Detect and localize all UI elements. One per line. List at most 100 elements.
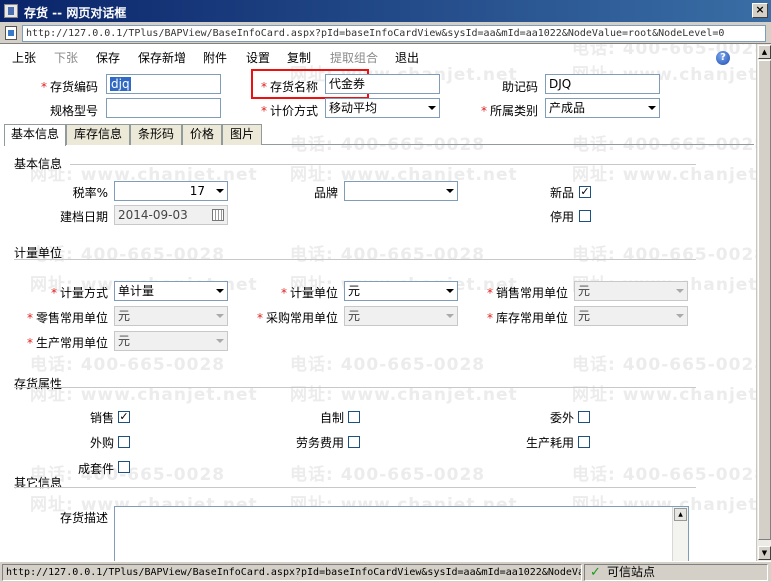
other-section-line <box>14 487 696 488</box>
category-select[interactable]: 产成品 <box>545 98 660 118</box>
code-input[interactable]: djq <box>106 74 221 94</box>
next-button[interactable]: 下张 <box>54 49 78 66</box>
chevron-down-icon <box>446 289 454 293</box>
required-star-icon: * <box>280 286 287 300</box>
pricing-label: * 计价方式 <box>260 104 318 118</box>
chevron-down-icon <box>676 289 684 293</box>
sales-attr-label: 销售 <box>89 411 114 425</box>
save-button[interactable]: 保存 <box>96 49 120 66</box>
sales-attr-checkbox[interactable]: ✓ <box>118 411 130 423</box>
checkmark-icon: ✓ <box>590 565 601 580</box>
tab-image[interactable]: 图片 <box>222 124 262 145</box>
mnemonic-input[interactable]: DJQ <box>545 74 660 94</box>
required-star-icon: * <box>50 286 57 300</box>
basic-section-line <box>70 164 696 165</box>
status-bar: http://127.0.0.1/TPlus/BAPView/BaseInfoC… <box>0 561 771 582</box>
required-star-icon: * <box>26 311 33 325</box>
watermark-phone: 电话: 400-665-0028 <box>572 465 756 485</box>
form-content: 电话: 400-665-0028 电话: 400-665-0028 网址: ww… <box>0 44 756 561</box>
watermark-site: 网址: www.chanjet.net <box>290 385 518 405</box>
name-label: * 存货名称 <box>260 80 318 94</box>
save-new-button[interactable]: 保存新增 <box>138 49 186 66</box>
scroll-up-icon[interactable]: ▲ <box>674 508 687 521</box>
disabled-checkbox[interactable] <box>579 210 591 222</box>
brand-label: 品牌 <box>313 186 338 200</box>
attrs-section-line <box>14 387 696 388</box>
sales-unit-select[interactable]: 元 <box>574 281 688 301</box>
scroll-down-icon[interactable]: ▼ <box>758 546 771 560</box>
help-icon[interactable]: ? <box>716 51 730 65</box>
required-star-icon: * <box>486 286 493 300</box>
watermark-phone: 电话: 400-665-0028 <box>290 355 486 375</box>
required-star-icon: * <box>480 104 487 118</box>
create-date-field[interactable]: 2014-09-03 <box>114 205 228 225</box>
chevron-down-icon <box>216 289 224 293</box>
spec-label: 规格型号 <box>49 104 98 118</box>
outsource-checkbox[interactable] <box>578 411 590 423</box>
chevron-down-icon <box>216 339 224 343</box>
production-consume-label: 生产耗用 <box>525 436 574 450</box>
watermark-phone: 电话: 400-665-0028 <box>572 245 756 265</box>
stock-unit-select[interactable]: 元 <box>574 306 688 326</box>
watermark-phone: 电话: 400-665-0028 <box>572 355 756 375</box>
chevron-down-icon <box>216 189 224 193</box>
measure-method-select[interactable]: 单计量 <box>114 281 228 301</box>
tab-basic-info[interactable]: 基本信息 <box>4 124 66 146</box>
tab-stock-info[interactable]: 库存信息 <box>66 124 130 145</box>
watermark-phone: 电话: 400-665-0028 <box>290 465 486 485</box>
app-icon <box>4 4 18 18</box>
toolbar: 上张 下张 保存 保存新增 附件 设置 复制 提取组合 退出 ? <box>0 44 756 68</box>
copy-button[interactable]: 复制 <box>287 49 311 66</box>
dialog-title-bar[interactable]: 存货 -- 网页对话框 × <box>0 0 771 22</box>
required-star-icon: * <box>486 311 493 325</box>
vertical-scrollbar[interactable]: ▲ ▼ <box>756 44 771 561</box>
category-label: * 所属类别 <box>480 104 538 118</box>
purchased-label: 外购 <box>89 436 114 450</box>
calendar-icon[interactable] <box>212 209 224 221</box>
mnemonic-label: 助记码 <box>501 80 538 94</box>
watermark-site: 网址: www.chanjet.net <box>30 385 258 405</box>
purchase-unit-select[interactable]: 元 <box>344 306 458 326</box>
attach-button[interactable]: 附件 <box>203 49 227 66</box>
measure-method-label: * 计量方式 <box>50 286 108 300</box>
selfmade-label: 自制 <box>319 411 344 425</box>
spec-input[interactable] <box>106 98 221 118</box>
purchased-checkbox[interactable] <box>118 436 130 448</box>
description-scrollbar[interactable]: ▲ <box>672 507 688 561</box>
watermark-site: 网址: www.chanjet.net <box>572 385 756 405</box>
name-input[interactable]: 代金券 <box>325 74 440 94</box>
scroll-up-icon[interactable]: ▲ <box>758 45 771 59</box>
prev-button[interactable]: 上张 <box>12 49 36 66</box>
settings-button[interactable]: 设置 <box>246 49 270 66</box>
sales-unit-label: * 销售常用单位 <box>486 286 568 300</box>
address-url[interactable]: http://127.0.0.1/TPlus/BAPView/BaseInfoC… <box>22 25 766 42</box>
selfmade-checkbox[interactable] <box>348 411 360 423</box>
retail-unit-select[interactable]: 元 <box>114 306 228 326</box>
labor-fee-checkbox[interactable] <box>348 436 360 448</box>
measure-unit-label: * 计量单位 <box>280 286 338 300</box>
tab-barcode[interactable]: 条形码 <box>130 124 182 145</box>
required-star-icon: * <box>40 80 47 94</box>
required-star-icon: * <box>256 311 263 325</box>
new-product-checkbox[interactable]: ✓ <box>579 186 591 198</box>
measure-unit-select[interactable]: 元 <box>344 281 458 301</box>
description-textarea[interactable]: ▲ <box>114 506 689 561</box>
tax-rate-select[interactable]: 17 <box>114 181 228 201</box>
kit-checkbox[interactable] <box>118 461 130 473</box>
pricing-select[interactable]: 移动平均 <box>325 98 440 118</box>
tab-price[interactable]: 价格 <box>182 124 222 145</box>
brand-select[interactable] <box>344 181 458 201</box>
production-unit-select[interactable]: 元 <box>114 331 228 351</box>
chevron-down-icon <box>446 314 454 318</box>
watermark-phone: 电话: 400-665-0028 <box>30 355 226 375</box>
close-button[interactable]: × <box>752 3 768 18</box>
basic-section-title: 基本信息 <box>14 157 63 171</box>
extract-combo-button[interactable]: 提取组合 <box>330 49 378 66</box>
production-consume-checkbox[interactable] <box>578 436 590 448</box>
exit-button[interactable]: 退出 <box>395 49 419 66</box>
required-star-icon: * <box>260 104 267 118</box>
attrs-section-title: 存货属性 <box>14 377 63 391</box>
scroll-thumb[interactable] <box>758 60 771 540</box>
watermark-phone: 电话: 400-665-0028 <box>290 245 486 265</box>
description-label: 存货描述 <box>59 511 108 525</box>
